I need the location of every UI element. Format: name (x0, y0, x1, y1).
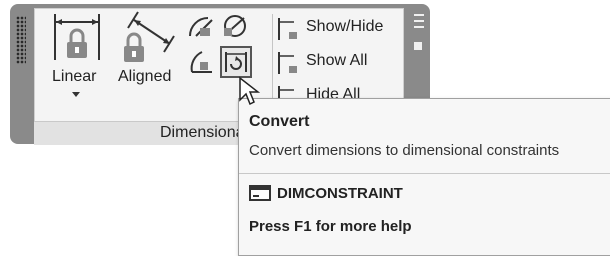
tooltip-command: DIMCONSTRAINT (277, 185, 403, 202)
show-all-label: Show All (306, 52, 368, 69)
tooltip-divider (239, 173, 610, 174)
chevron-down-icon[interactable] (72, 92, 80, 97)
aligned-label: Aligned (118, 68, 172, 85)
mouse-cursor-icon (239, 76, 260, 106)
launcher-block (414, 42, 422, 50)
panel-launcher[interactable] (412, 12, 426, 52)
show-hide-label: Show/Hide (306, 18, 384, 35)
tooltip-description: Convert dimensions to dimensional constr… (249, 142, 560, 159)
radial-icon[interactable] (188, 48, 214, 74)
show-hide-icon (278, 18, 297, 40)
linear-label: Linear (52, 68, 97, 85)
hide-all-icon (278, 86, 294, 98)
tooltip-help: Press F1 for more help (249, 218, 412, 235)
panel-grip-handle[interactable] (16, 16, 26, 64)
angular-icon[interactable] (188, 14, 214, 38)
launcher-bar (414, 14, 424, 16)
launcher-bar (414, 26, 424, 28)
tooltip: Convert Convert dimensions to dimensiona… (238, 98, 610, 256)
aligned-dimension-icon (124, 11, 175, 62)
launcher-bar (414, 20, 424, 22)
convert-icon[interactable] (220, 46, 252, 78)
linear-dimension-icon (54, 14, 100, 60)
command-icon (249, 185, 271, 201)
panel-title: Dimensional (160, 124, 249, 141)
diameter-icon[interactable] (222, 14, 248, 38)
tooltip-title: Convert (249, 113, 310, 130)
show-all-icon (278, 52, 297, 74)
